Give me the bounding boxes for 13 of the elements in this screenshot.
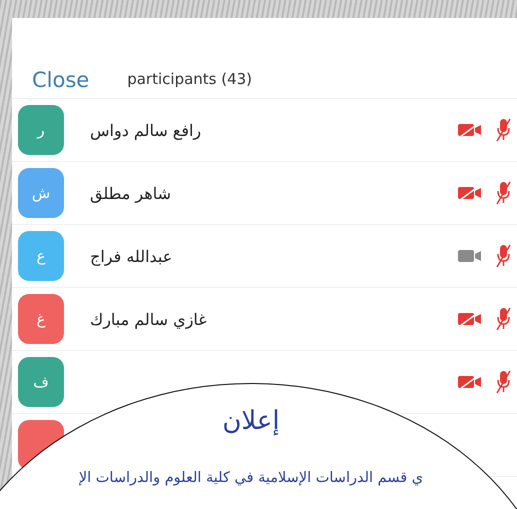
avatar-initial: ر bbox=[37, 121, 45, 139]
avatar-initial: ش bbox=[32, 184, 50, 202]
avatar-initial: ع bbox=[36, 247, 46, 265]
participant-name: غازي سالم مبارك bbox=[90, 310, 207, 328]
announcement-text: ي قسم الدراسات الإسلامية في كلية العلوم والدراسات الإ bbox=[78, 470, 424, 486]
participant-name: شاهر مطلق bbox=[90, 184, 171, 202]
avatar-initial: ف bbox=[33, 373, 49, 391]
participant-name: رافع سالم دواس bbox=[90, 120, 202, 140]
panel-title: participants (43) bbox=[127, 70, 252, 90]
close-button[interactable]: Close bbox=[32, 68, 90, 92]
announcement-title: إعلان bbox=[222, 406, 280, 436]
participant-name: عبدالله فراج bbox=[90, 246, 172, 266]
avatar-initial: غ bbox=[36, 310, 46, 328]
